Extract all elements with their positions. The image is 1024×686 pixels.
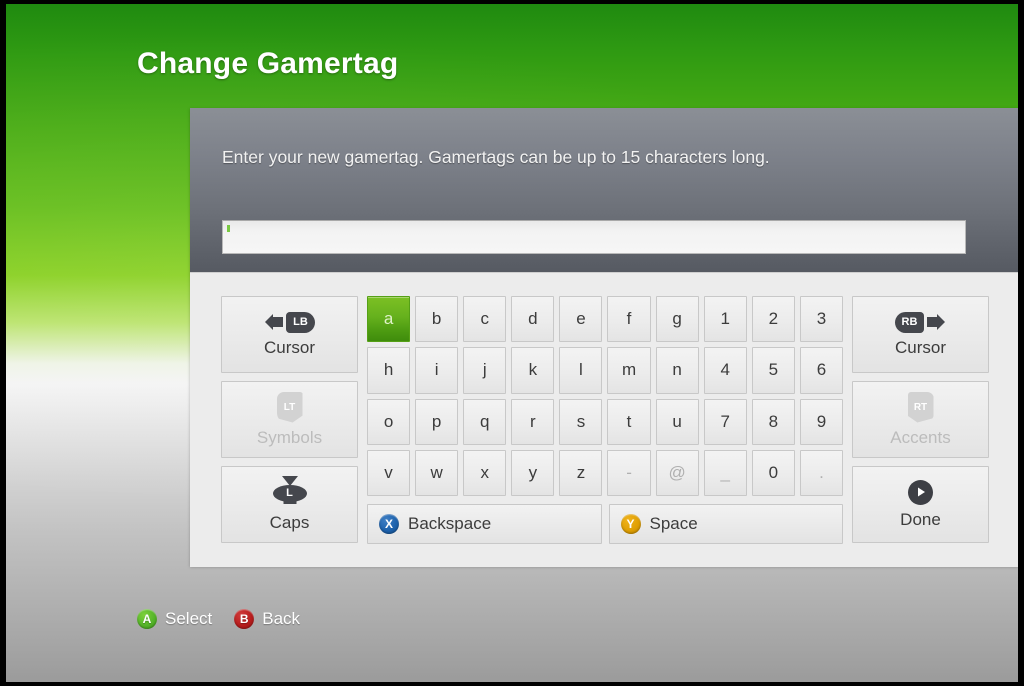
y-button-icon: Y <box>620 514 641 534</box>
virtual-keyboard: LB Cursor LT Symbols L Caps a b c d e f … <box>221 296 989 544</box>
cursor-right-button[interactable]: RB Cursor <box>852 296 989 373</box>
key-z[interactable]: z <box>559 449 603 496</box>
keyboard-center: a b c d e f g 1 2 3 h i j k l m n 4 5 6 o p q r s t u 7 8 9 v w x y z - @ _ 0.… <box>367 296 843 544</box>
key-k[interactable]: k <box>511 347 555 394</box>
key-v[interactable]: v <box>367 449 411 496</box>
accents-button[interactable]: RT Accents <box>852 381 989 458</box>
dialog-header: Enter your new gamertag. Gamertags can b… <box>190 108 1018 272</box>
key-grid: a b c d e f g 1 2 3 h i j k l m n 4 5 6 o p q r s t u 7 8 9 v w x y z - @ _ 0. <box>367 296 843 496</box>
key-x[interactable]: x <box>463 449 507 496</box>
legend-back-label: Back <box>262 609 301 628</box>
done-label: Done <box>900 509 941 529</box>
key-e[interactable]: e <box>559 296 603 343</box>
key-5[interactable]: 5 <box>751 347 795 394</box>
key-l[interactable]: l <box>559 347 603 394</box>
key-0[interactable]: 0 <box>751 449 795 496</box>
accents-label: Accents <box>890 427 951 447</box>
done-button[interactable]: Done <box>852 466 989 543</box>
change-gamertag-dialog: Enter your new gamertag. Gamertags can b… <box>190 108 1018 567</box>
key-w[interactable]: w <box>415 449 459 496</box>
keyboard-action-row: X Backspace Y Space <box>367 504 843 544</box>
key-q[interactable]: q <box>463 398 507 445</box>
prompt-text: Enter your new gamertag. Gamertags can b… <box>222 147 770 167</box>
key-4[interactable]: 4 <box>703 347 747 394</box>
symbols-button[interactable]: LT Symbols <box>221 381 358 458</box>
key-u[interactable]: u <box>655 398 699 445</box>
key-y[interactable]: y <box>511 449 555 496</box>
key-9[interactable]: 9 <box>799 398 843 445</box>
key-j[interactable]: j <box>463 347 507 394</box>
key-b[interactable]: b <box>415 296 459 343</box>
legend-back: B Back <box>234 609 300 629</box>
backspace-button[interactable]: X Backspace <box>367 504 602 544</box>
key-8[interactable]: 8 <box>751 398 795 445</box>
left-stick-up-icon: L <box>270 476 310 508</box>
a-button-icon: A <box>137 609 157 629</box>
x-button-icon: X <box>379 514 399 534</box>
rt-trigger-icon: RT <box>907 391 934 423</box>
key-hyphen[interactable]: - <box>607 449 651 496</box>
key-r[interactable]: r <box>511 398 555 445</box>
caps-button[interactable]: L Caps <box>221 466 358 543</box>
key-o[interactable]: o <box>367 398 411 445</box>
dialog-body: LB Cursor LT Symbols L Caps a b c d e f … <box>190 272 1018 567</box>
left-button-column: LB Cursor LT Symbols L Caps <box>221 296 358 544</box>
key-h[interactable]: h <box>367 347 411 394</box>
lt-trigger-icon: LT <box>276 391 303 423</box>
key-3[interactable]: 3 <box>799 296 843 343</box>
rb-right-arrow-icon: RB <box>894 311 947 333</box>
lb-badge: LB <box>286 311 315 333</box>
key-at[interactable]: @ <box>655 449 699 496</box>
key-7[interactable]: 7 <box>703 398 747 445</box>
text-caret <box>227 225 230 232</box>
key-period[interactable]: . <box>799 449 843 496</box>
key-1[interactable]: 1 <box>703 296 747 343</box>
cursor-left-label: Cursor <box>263 338 315 357</box>
space-label: Space <box>649 514 698 533</box>
page-title: Change Gamertag <box>137 47 399 80</box>
key-m[interactable]: m <box>607 347 651 394</box>
cursor-left-button[interactable]: LB Cursor <box>221 296 358 373</box>
caps-label: Caps <box>269 513 310 532</box>
lb-left-arrow-icon: LB <box>264 311 315 333</box>
space-button[interactable]: Y Space <box>608 504 843 544</box>
b-button-icon: B <box>234 609 255 629</box>
legend-select: A Select <box>137 609 212 629</box>
key-underscore[interactable]: _ <box>703 449 747 496</box>
key-t[interactable]: t <box>607 398 651 445</box>
key-2[interactable]: 2 <box>751 296 795 343</box>
key-f[interactable]: f <box>607 296 651 343</box>
gamertag-field[interactable] <box>222 220 966 254</box>
key-d[interactable]: d <box>511 296 555 343</box>
start-button-icon <box>908 479 933 505</box>
symbols-label: Symbols <box>256 427 323 447</box>
key-6[interactable]: 6 <box>799 347 843 394</box>
footer-legend: A Select B Back <box>137 609 300 629</box>
cursor-right-label: Cursor <box>894 338 946 357</box>
backspace-label: Backspace <box>408 514 492 533</box>
key-g[interactable]: g <box>655 296 699 343</box>
key-p[interactable]: p <box>415 398 459 445</box>
right-button-column: RB Cursor RT Accents Done <box>852 296 989 544</box>
key-s[interactable]: s <box>559 398 603 445</box>
key-a[interactable]: a <box>367 296 411 343</box>
gamertag-input[interactable] <box>223 221 965 253</box>
key-c[interactable]: c <box>463 296 507 343</box>
key-n[interactable]: n <box>655 347 699 394</box>
rb-badge: RB <box>894 311 925 333</box>
key-i[interactable]: i <box>415 347 459 394</box>
stick-letter: L <box>286 487 293 499</box>
legend-select-label: Select <box>165 609 213 628</box>
xbox-dashboard-screen: Change Gamertag Enter your new gamertag.… <box>0 0 1024 686</box>
